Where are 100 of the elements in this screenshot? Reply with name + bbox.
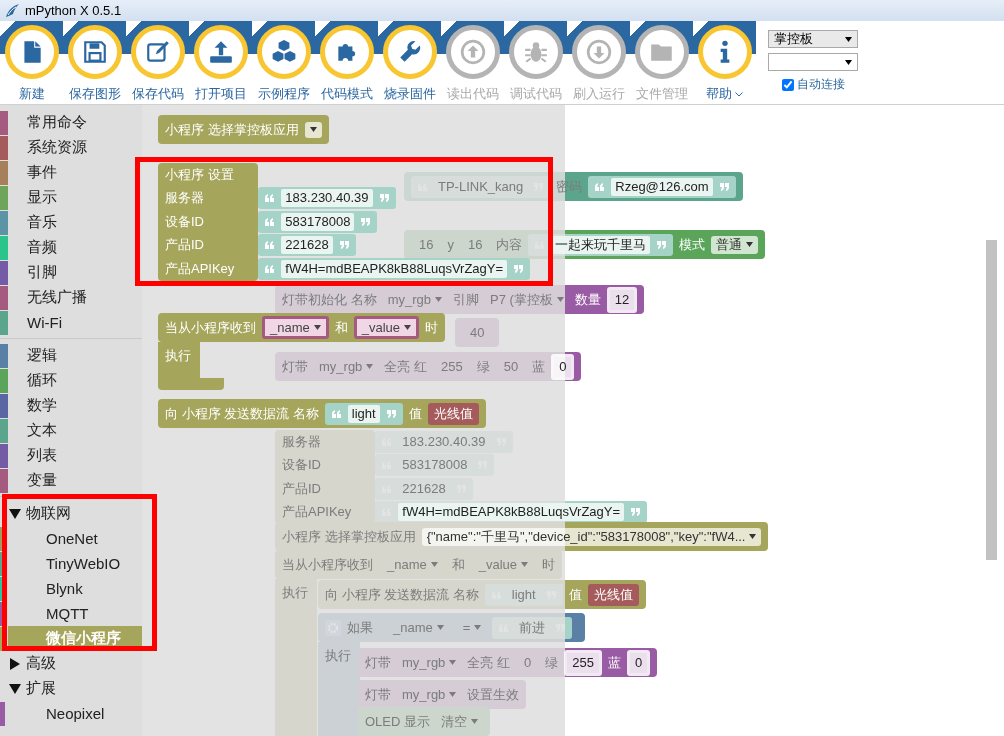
category-item[interactable]: 无线广播 [0,285,142,310]
text-block[interactable]: 583178008 [258,210,378,233]
category-item[interactable]: 音频 [0,235,142,260]
block-label: 产品ID [165,236,204,255]
block-label: 执行 [282,584,308,602]
category-item[interactable]: 变量 [0,468,142,493]
number-field[interactable]: 12 [606,286,638,313]
category-item[interactable]: 引脚 [0,260,142,285]
variable-dropdown[interactable]: _value [353,316,420,339]
block-label: 蓝 [607,653,621,672]
category-item[interactable]: 事件 [0,160,142,185]
quote-icon [265,264,275,273]
text-value[interactable]: 一起来玩千里马 [551,235,651,254]
number-field[interactable]: 0 [626,649,651,676]
category-item[interactable]: 音乐 [0,210,142,235]
logo-icon [4,2,20,19]
text-block[interactable]: fW4H=mdBEAPK8kB88LuqsVrZagY= [258,257,531,280]
category-item[interactable]: Blynk [0,576,142,601]
dropdown-field[interactable]: {"name":"千里马","device_id":"583178008","key":"fW4... [421,527,762,546]
category-item[interactable]: MQTT [0,601,142,626]
block-label: 值 [568,585,582,604]
variable-dropdown[interactable]: _name [262,316,329,339]
text-block[interactable]: 221628 [258,234,356,257]
expand-arrow-icon[interactable] [9,507,21,520]
category-item[interactable]: Wi-Fi [0,310,142,335]
arrow-down-icon [585,39,612,65]
block-label: y [447,237,454,252]
dropdown-field[interactable] [304,121,322,138]
block-label: 时 [425,318,439,337]
category-item[interactable]: OneNet [0,526,142,551]
code-block[interactable]: 服务器 183.230.40.39 设备ID 583178008 产品ID 221628 产品APIKey fW4H=mdBEAPK8kB88LuqsVrZagY= [275,430,648,524]
block-label: 设备ID [282,456,321,475]
quote-icon [339,241,349,250]
text-value[interactable]: fW4H=mdBEAPK8kB88LuqsVrZagY= [398,503,625,522]
category-item[interactable]: 数学 [0,393,142,418]
tree-category[interactable]: 物联网 [0,501,142,526]
text-value[interactable]: fW4H=mdBEAPK8kB88LuqsVrZagY= [281,259,508,278]
text-value[interactable]: Rzeg@126.com [611,177,713,196]
block-label: 全亮 红 [467,653,510,672]
block-label: 设置生效 [467,685,520,704]
cubes-icon [270,39,297,65]
number-field[interactable]: 0 [551,353,575,380]
quote-icon [361,217,371,226]
quote-icon [657,240,667,249]
category-item[interactable]: 系统资源 [0,135,142,160]
block-label: 向 小程序 发送数据流 名称 [325,585,479,604]
text-block[interactable]: Rzeg@126.com [588,175,736,198]
caret-icon [521,562,529,567]
value-block[interactable]: 光线值 [587,583,639,606]
expand-arrow-icon[interactable] [9,657,21,670]
port-dropdown[interactable] [768,53,858,71]
number-field[interactable]: 255 [564,649,602,676]
text-value[interactable]: 583178008 [281,212,355,231]
block-label: 小程序 选择掌控板应用 [282,527,416,546]
block-label: 服务器 [282,432,321,451]
block-label: 时 [542,555,556,574]
category-item[interactable]: 文本 [0,418,142,443]
quote-icon [386,409,396,418]
caret-icon [313,325,321,330]
text-block[interactable]: 183.230.40.39 [258,187,396,210]
tree-category[interactable]: 高级 [0,651,142,676]
caret-icon [746,242,754,247]
scrollbar-thumb[interactable] [986,240,997,560]
category-item[interactable]: 显示 [0,185,142,210]
quote-icon [265,217,275,226]
quote-icon [514,264,524,273]
block-label: 灯带初始化 名称 [282,290,377,309]
checkbox-label: 自动连接 [797,76,845,93]
caret-icon [749,534,757,539]
block-foot [158,378,224,390]
category-item[interactable]: 逻辑 [0,343,142,368]
text-value[interactable]: 221628 [281,236,333,255]
quote-icon [719,182,729,191]
value-block[interactable]: 光线值 [427,402,479,425]
quote-icon [265,241,275,250]
category-item[interactable]: 循环 [0,368,142,393]
block-label: 值 [408,404,422,423]
block-label: 绿 [476,357,490,376]
dropdown-field[interactable]: 普通 [711,235,759,254]
quote-icon [265,194,275,203]
text-block[interactable]: light [324,402,403,425]
category-item[interactable]: Neopixel [0,701,142,726]
board-dropdown[interactable]: 掌控板 [768,30,858,48]
block-label: 和 [334,318,348,337]
caret-icon [309,127,317,132]
category-item[interactable]: 常用命令 [0,110,142,135]
block-label: 设备ID [165,212,204,231]
block-label: 光线值 [433,404,473,423]
bug-icon [522,39,549,65]
category-item[interactable]: 列表 [0,443,142,468]
text-value[interactable]: light [347,404,380,423]
category-item[interactable]: TinyWebIO [0,551,142,576]
tree-category[interactable]: 扩展 [0,676,142,701]
auto-connect-checkbox[interactable] [782,78,794,91]
block-label: 产品ID [282,479,321,498]
text-value[interactable]: 183.230.40.39 [281,189,373,208]
expand-arrow-icon[interactable] [9,682,21,695]
code-block[interactable]: 向 小程序 发送数据流 名称 light 值 光线值 [158,399,486,428]
block-label: 灯带 [365,653,391,672]
block-label: 当从小程序收到 [165,318,256,337]
